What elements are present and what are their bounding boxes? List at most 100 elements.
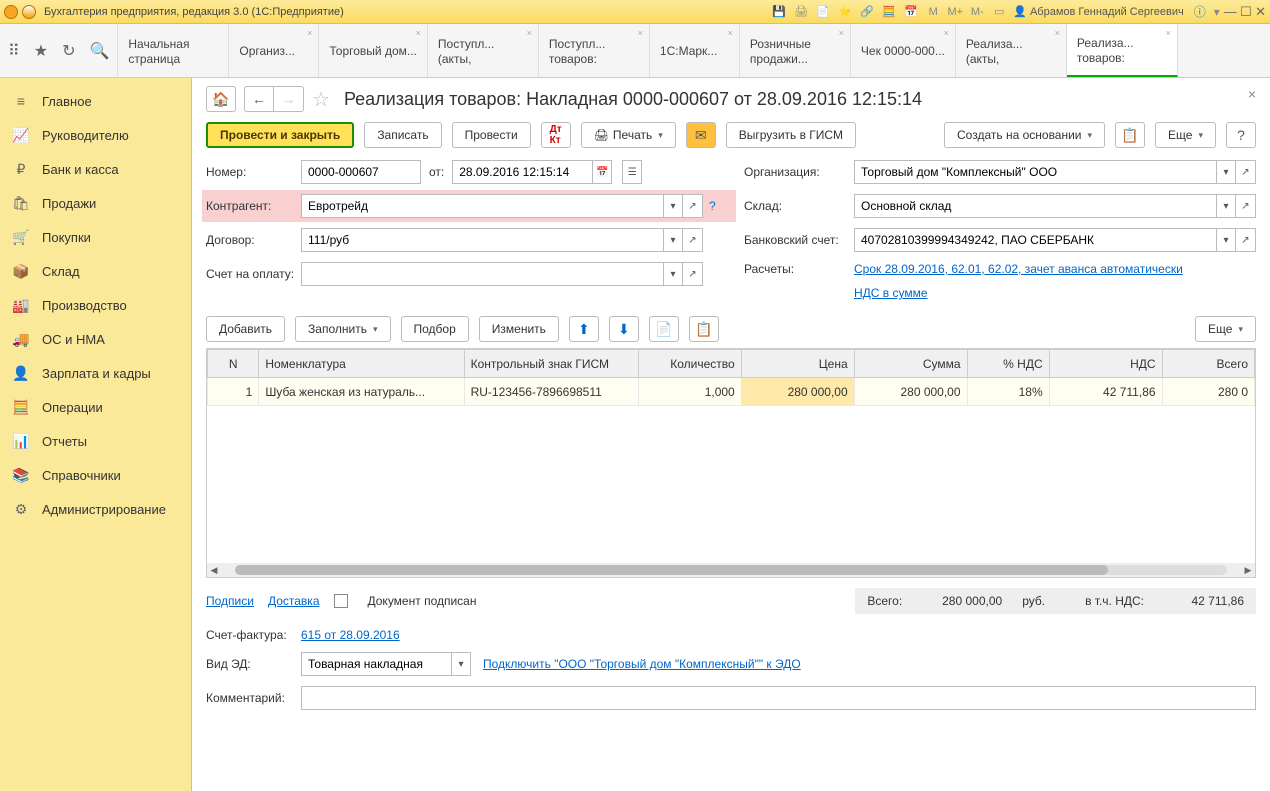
scroll-left-icon[interactable]: ◀ (207, 565, 221, 576)
col-vatp[interactable]: % НДС (967, 350, 1049, 378)
sidebar-item-sales[interactable]: 🛍Продажи (0, 186, 191, 220)
sidebar-item-assets[interactable]: 🚚ОС и НМА (0, 322, 191, 356)
open-icon[interactable]: ↗ (683, 194, 703, 218)
app-icon-dropdown[interactable] (22, 5, 36, 19)
tb-print-icon[interactable]: 🖨 (793, 4, 809, 20)
signed-checkbox[interactable] (334, 594, 348, 608)
cell-item[interactable]: Шуба женская из натураль... (259, 378, 464, 406)
sidebar-item-operations[interactable]: 🧮Операции (0, 390, 191, 424)
write-button[interactable]: Записать (364, 122, 441, 148)
favorite-star-icon[interactable]: ☆ (312, 87, 330, 112)
content-close-button[interactable]: × (1248, 86, 1256, 102)
tab-close-icon[interactable]: × (944, 28, 949, 38)
dropdown-icon[interactable]: ▾ (1216, 228, 1236, 252)
bank-input[interactable] (854, 228, 1216, 252)
tb-fav-icon[interactable]: ⭐ (837, 4, 853, 20)
sidebar-item-production[interactable]: 🏭Производство (0, 288, 191, 322)
cell-vatp[interactable]: 18% (967, 378, 1049, 406)
dropdown-icon[interactable]: ▾ (663, 262, 683, 286)
tb-panels-icon[interactable]: ▭ (991, 4, 1007, 20)
tab-6[interactable]: ×Розничные продажи... (740, 24, 851, 77)
tb-save-icon[interactable]: 💾 (771, 4, 787, 20)
tab-7[interactable]: ×Чек 0000-000... (851, 24, 956, 77)
list-mode-icon[interactable]: ☰ (622, 160, 642, 184)
calendar-picker-icon[interactable]: 📅 (592, 160, 612, 184)
tb-mminus-icon[interactable]: М- (969, 4, 985, 20)
col-price[interactable]: Цена (741, 350, 854, 378)
info-icon[interactable]: ⓘ (1194, 3, 1206, 20)
tb-mplus-icon[interactable]: М+ (947, 4, 963, 20)
date-input[interactable] (452, 160, 592, 184)
sidebar-item-reports[interactable]: 📊Отчеты (0, 424, 191, 458)
help-link-icon[interactable]: ? (709, 199, 716, 213)
tab-close-icon[interactable]: × (728, 28, 733, 38)
calc-link[interactable]: Срок 28.09.2016, 62.01, 62.02, зачет ава… (854, 262, 1183, 276)
vat-mode-link[interactable]: НДС в сумме (854, 286, 928, 300)
cell-vat[interactable]: 42 711,86 (1049, 378, 1162, 406)
move-up-button[interactable]: ⬆ (569, 316, 599, 342)
number-input[interactable] (301, 160, 421, 184)
history-icon[interactable]: ↻ (62, 41, 75, 61)
dropdown-icon[interactable]: ▾ (451, 652, 471, 676)
col-total[interactable]: Всего (1162, 350, 1254, 378)
sidebar-item-warehouse[interactable]: 📦Склад (0, 254, 191, 288)
sidebar-item-purchases[interactable]: 🛒Покупки (0, 220, 191, 254)
tab-2[interactable]: ×Торговый дом... (319, 24, 428, 77)
sidebar-item-bank[interactable]: ₽Банк и касса (0, 152, 191, 186)
close-button[interactable]: ✕ (1255, 4, 1266, 19)
help-button[interactable]: ? (1226, 122, 1256, 148)
info-dropdown-icon[interactable]: ▾ (1214, 5, 1220, 19)
tab-3[interactable]: ×Поступл... (акты, (428, 24, 539, 77)
tab-5[interactable]: ×1С:Марк... (650, 24, 740, 77)
tab-home[interactable]: Начальная страница (118, 24, 229, 77)
create-based-button[interactable]: Создать на основании▾ (944, 122, 1105, 148)
table-more-button[interactable]: Еще▾ (1195, 316, 1256, 342)
sidebar-item-manager[interactable]: 📈Руководителю (0, 118, 191, 152)
current-user[interactable]: 👤 Абрамов Геннадий Сергеевич (1007, 5, 1189, 18)
scroll-right-icon[interactable]: ▶ (1241, 565, 1255, 576)
star-icon[interactable]: ★ (34, 41, 48, 61)
forward-button[interactable]: → (274, 86, 304, 112)
add-row-button[interactable]: Добавить (206, 316, 285, 342)
tab-1[interactable]: ×Организ... (229, 24, 319, 77)
tab-close-icon[interactable]: × (1055, 28, 1060, 38)
col-qty[interactable]: Количество (639, 350, 742, 378)
print-button[interactable]: 🖨 Печать▾ (581, 122, 676, 148)
tab-4[interactable]: ×Поступл... товаров: (539, 24, 650, 77)
scrollbar-thumb[interactable] (235, 565, 1108, 575)
signatures-link[interactable]: Подписи (206, 594, 254, 608)
tb-calendar-icon[interactable]: 📅 (903, 4, 919, 20)
more-button[interactable]: Еще▾ (1155, 122, 1216, 148)
dropdown-icon[interactable]: ▾ (663, 228, 683, 252)
tab-8[interactable]: ×Реализа... (акты, (956, 24, 1067, 77)
search-icon[interactable]: 🔍 (89, 41, 109, 61)
warehouse-input[interactable] (854, 194, 1216, 218)
cell-sum[interactable]: 280 000,00 (854, 378, 967, 406)
fill-button[interactable]: Заполнить▾ (295, 316, 390, 342)
apps-icon[interactable]: ⠿ (8, 41, 20, 61)
dtct-button[interactable]: ДтКт (541, 122, 571, 148)
dropdown-icon[interactable]: ▾ (1216, 194, 1236, 218)
cell-n[interactable]: 1 (208, 378, 259, 406)
counterparty-input[interactable] (301, 194, 663, 218)
post-and-close-button[interactable]: Провести и закрыть (206, 122, 354, 148)
post-button[interactable]: Провести (452, 122, 531, 148)
items-grid[interactable]: N Номенклатура Контрольный знак ГИСМ Кол… (206, 348, 1256, 578)
tab-close-icon[interactable]: × (307, 28, 312, 38)
copy-button[interactable]: 📄 (649, 316, 679, 342)
sidebar-item-catalogs[interactable]: 📚Справочники (0, 458, 191, 492)
open-icon[interactable]: ↗ (683, 262, 703, 286)
dropdown-icon[interactable]: ▾ (1216, 160, 1236, 184)
ed-type-input[interactable] (301, 652, 451, 676)
tab-9-active[interactable]: ×Реализа... товаров: (1067, 24, 1178, 77)
cell-total[interactable]: 280 0 (1162, 378, 1254, 406)
tab-close-icon[interactable]: × (839, 28, 844, 38)
table-row[interactable]: 1 Шуба женская из натураль... RU-123456-… (208, 378, 1255, 406)
structure-button[interactable]: 📋 (1115, 122, 1145, 148)
sidebar-item-main[interactable]: ≡Главное (0, 84, 191, 118)
tb-m-icon[interactable]: М (925, 4, 941, 20)
col-vat[interactable]: НДС (1049, 350, 1162, 378)
invoice-input[interactable] (301, 262, 663, 286)
tab-close-icon[interactable]: × (416, 28, 421, 38)
tb-calc-icon[interactable]: 🧮 (881, 4, 897, 20)
